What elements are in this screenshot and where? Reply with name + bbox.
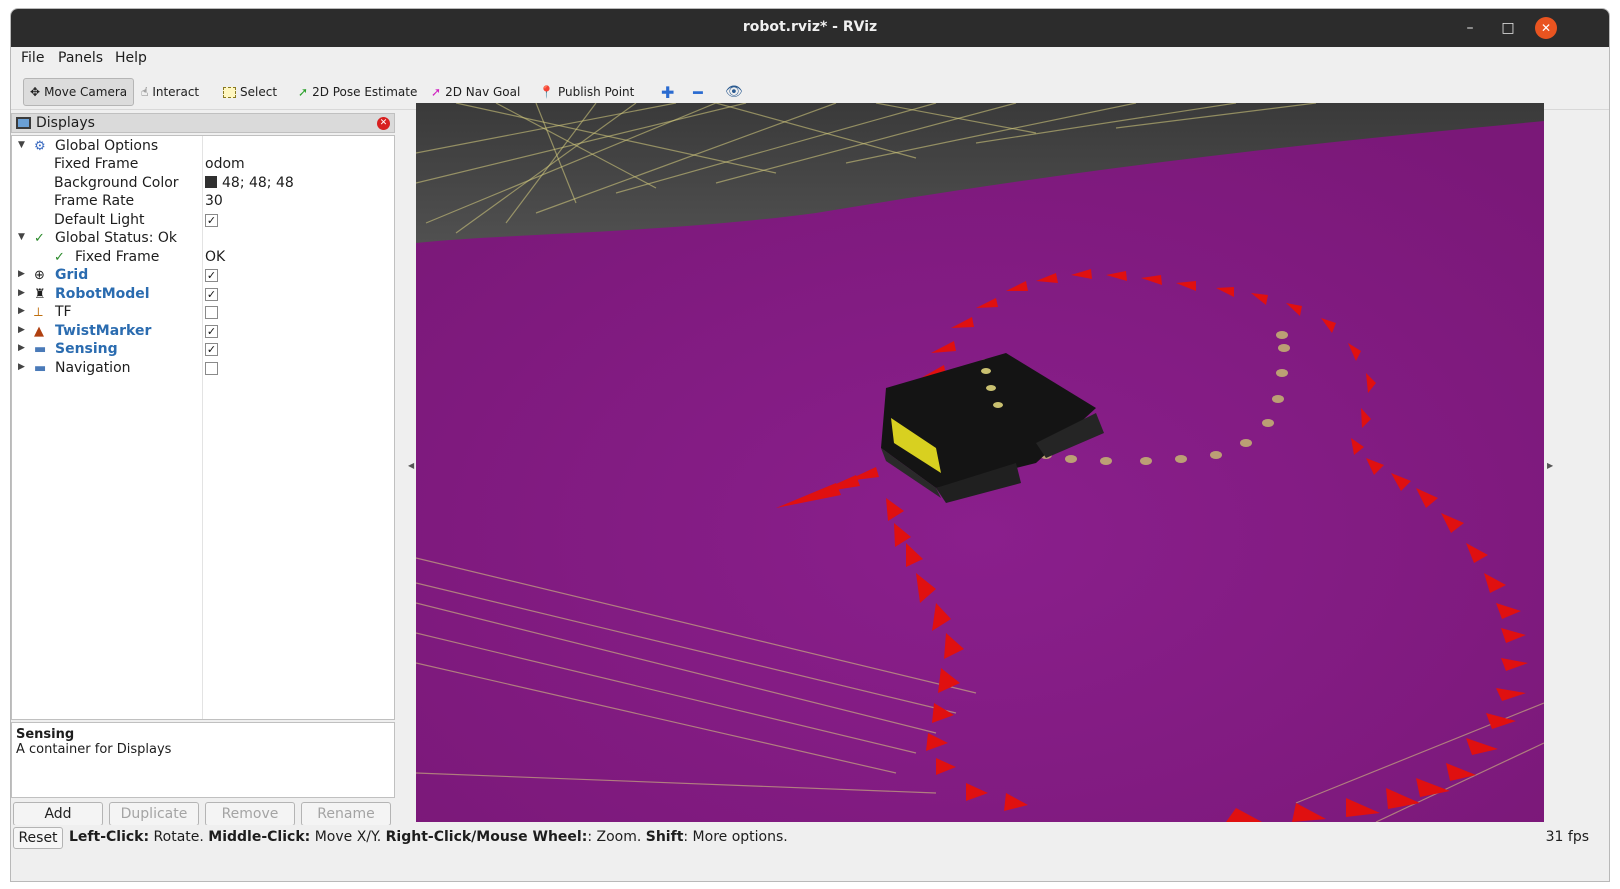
displays-panel: Displays ✕ ▼ ⚙ Global Options Fixed Fram… <box>11 113 407 828</box>
tree-row-background-color[interactable]: Background Color 48; 48; 48 <box>12 175 394 193</box>
mouse-hint: Left-Click: Rotate. Middle-Click: Move X… <box>69 829 788 845</box>
tree-row-default-light[interactable]: Default Light ✓ <box>12 212 394 230</box>
check-icon: ✓ <box>34 231 45 246</box>
monitor-icon <box>16 117 31 129</box>
move-camera-tool[interactable]: ✥ Move Camera <box>23 78 135 106</box>
tree-row-sensing[interactable]: ▶ ▬ Sensing ✓ <box>12 341 394 359</box>
eye-icon: 👁 <box>725 84 743 100</box>
menu-bar: File Panels Help <box>11 47 1609 71</box>
green-arrow-icon: ➚ <box>298 85 309 99</box>
grid-icon: ⊕ <box>34 268 45 283</box>
panel-splitter[interactable]: ◀ <box>407 113 415 828</box>
description-text: A container for Displays <box>16 742 172 757</box>
displays-title: Displays <box>36 115 95 131</box>
window-title: robot.rviz* - RViz <box>742 19 878 35</box>
pose-estimate-tool[interactable]: ➚ 2D Pose Estimate <box>292 78 423 106</box>
scene-render[interactable] <box>416 103 1544 822</box>
tree-row-frame-rate[interactable]: Frame Rate 30 <box>12 193 394 211</box>
collapsed-arrow-icon[interactable]: ▶ <box>18 362 25 372</box>
reset-button[interactable]: Reset <box>13 827 63 849</box>
tree-row-twistmarker[interactable]: ▶ ▲ TwistMarker ✓ <box>12 323 394 341</box>
tf-checkbox[interactable] <box>205 306 218 319</box>
collapsed-arrow-icon[interactable]: ▶ <box>18 343 25 353</box>
minimize-button[interactable]: – <box>1459 17 1481 39</box>
axes-icon: ⟂ <box>34 305 43 320</box>
tree-row-global-status[interactable]: ▼ ✓ Global Status: Ok <box>12 230 394 248</box>
add-button[interactable]: Add <box>13 802 103 826</box>
tree-row-tf[interactable]: ▶ ⟂ TF <box>12 304 394 322</box>
pink-arrow-icon: ➚ <box>431 85 442 99</box>
collapsed-arrow-icon[interactable]: ▶ <box>18 325 25 335</box>
gear-icon: ⚙ <box>34 139 46 154</box>
nav-goal-tool[interactable]: ➚ 2D Nav Goal <box>425 78 526 106</box>
default-light-checkbox[interactable]: ✓ <box>205 214 218 227</box>
twistmarker-checkbox[interactable]: ✓ <box>205 325 218 338</box>
folder-icon: ▬ <box>34 342 47 357</box>
view-options-button[interactable]: 👁 <box>719 78 749 106</box>
fixed-frame-value[interactable]: odom <box>205 156 245 172</box>
collapse-right-icon[interactable]: ▶ <box>1547 461 1553 470</box>
remove-button[interactable]: Remove <box>205 802 295 826</box>
interact-tool[interactable]: ☝ Interact <box>135 78 205 106</box>
displays-panel-header: Displays ✕ <box>11 113 395 133</box>
rename-button[interactable]: Rename <box>301 802 391 826</box>
grid-checkbox[interactable]: ✓ <box>205 269 218 282</box>
tree-row-navigation[interactable]: ▶ ▬ Navigation <box>12 360 394 378</box>
collapsed-arrow-icon[interactable]: ▶ <box>18 269 25 279</box>
tree-row-grid[interactable]: ▶ ⊕ Grid ✓ <box>12 267 394 285</box>
collapsed-arrow-icon[interactable]: ▶ <box>18 288 25 298</box>
expand-arrow-icon[interactable]: ▼ <box>18 232 25 242</box>
hand-icon: ☝ <box>141 85 149 99</box>
robotmodel-checkbox[interactable]: ✓ <box>205 288 218 301</box>
3d-viewport[interactable] <box>416 103 1544 822</box>
menu-help[interactable]: Help <box>115 50 147 66</box>
publish-point-tool[interactable]: 📍 Publish Point <box>533 78 640 106</box>
select-tool[interactable]: Select <box>217 78 283 106</box>
maximize-button[interactable]: □ <box>1497 17 1519 39</box>
collapse-left-icon[interactable]: ◀ <box>408 461 414 470</box>
plus-icon: ✚ <box>661 82 675 102</box>
status-bar: Reset Left-Click: Rotate. Middle-Click: … <box>11 825 1609 851</box>
map-pin-icon: 📍 <box>539 85 554 99</box>
description-box: Sensing A container for Displays <box>11 722 395 798</box>
folder-icon: ▬ <box>34 361 47 376</box>
remove-tool-button[interactable]: ━ <box>687 78 709 106</box>
tree-row-global-options[interactable]: ▼ ⚙ Global Options <box>12 138 394 156</box>
sensing-checkbox[interactable]: ✓ <box>205 343 218 356</box>
description-title: Sensing <box>16 727 75 742</box>
color-swatch <box>205 176 217 188</box>
tree-row-fixed-frame[interactable]: Fixed Frame odom <box>12 156 394 174</box>
add-tool-button[interactable]: ✚ <box>655 78 680 106</box>
tree-row-status-fixed-frame[interactable]: ✓ Fixed Frame OK <box>12 249 394 267</box>
frame-rate-value[interactable]: 30 <box>205 193 223 209</box>
displays-tree: ▼ ⚙ Global Options Fixed Frame odom Back… <box>11 135 395 720</box>
expand-arrow-icon[interactable]: ▼ <box>18 140 25 150</box>
tree-row-robotmodel[interactable]: ▶ ♜ RobotModel ✓ <box>12 286 394 304</box>
menu-file[interactable]: File <box>21 50 44 66</box>
minus-icon: ━ <box>693 82 703 102</box>
move-camera-icon: ✥ <box>30 85 41 99</box>
menu-panels[interactable]: Panels <box>58 50 103 66</box>
marker-icon: ▲ <box>34 324 44 339</box>
panel-close-icon[interactable]: ✕ <box>377 117 390 130</box>
duplicate-button[interactable]: Duplicate <box>109 802 199 826</box>
robot-icon: ♜ <box>34 287 46 302</box>
navigation-checkbox[interactable] <box>205 362 218 375</box>
title-bar: robot.rviz* - RViz – □ ✕ <box>11 9 1609 47</box>
close-button[interactable]: ✕ <box>1535 17 1557 39</box>
background-color-value[interactable]: 48; 48; 48 <box>205 175 294 191</box>
check-icon: ✓ <box>54 250 65 265</box>
select-icon <box>223 86 236 98</box>
collapsed-arrow-icon[interactable]: ▶ <box>18 306 25 316</box>
fps-counter: 31 fps <box>1545 829 1589 845</box>
rviz-window: robot.rviz* - RViz – □ ✕ File Panels Hel… <box>10 8 1610 882</box>
